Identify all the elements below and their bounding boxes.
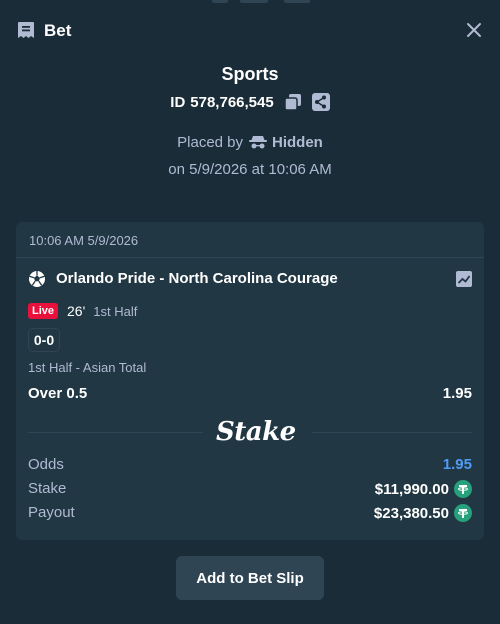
payout-row: Payout $23,380.50 [28, 503, 472, 523]
stake-value: $11,990.00 [374, 480, 449, 498]
odds-label: Odds [28, 456, 64, 473]
bet-id-label: ID [170, 93, 186, 111]
copy-icon[interactable] [283, 93, 302, 111]
placed-by-label: Placed by [177, 133, 244, 151]
share-icon[interactable] [311, 93, 330, 111]
modal-title: Bet [44, 21, 72, 40]
payout-value-wrap: $23,380.50 [374, 504, 472, 522]
odds-value: 1.95 [442, 456, 472, 473]
match-period: 1st Half [93, 303, 138, 319]
soccer-ball-icon [29, 271, 45, 287]
placed-by-row: Placed by Hidden [0, 132, 500, 152]
bet-sport-title: Sports [221, 64, 279, 84]
bet-card: 10:06 AM 5/9/2026 Orlando Pride - North … [16, 222, 484, 540]
stats-icon[interactable] [456, 271, 472, 287]
live-status-row: Live 26' 1st Half [28, 301, 137, 321]
selection-odds: 1.95 [442, 385, 472, 402]
spy-icon [249, 136, 268, 149]
payout-value: $23,380.50 [373, 504, 449, 522]
live-badge: Live [28, 303, 59, 319]
bet-timestamp: 10:06 AM 5/9/2026 [16, 222, 484, 258]
match-score: 0-0 [28, 328, 60, 352]
bet-id-number: 578,766,545 [190, 93, 274, 111]
close-icon[interactable] [464, 20, 484, 40]
match-minute: 26' [67, 303, 86, 319]
modal-header: Bet [16, 20, 484, 42]
market-name: 1st Half - Asian Total [28, 360, 147, 375]
stake-logo: Stake [216, 417, 296, 447]
add-to-bet-slip-button[interactable]: Add to Bet Slip [176, 556, 324, 600]
match-row: Orlando Pride - North Carolina Courage [28, 268, 472, 290]
match-name: Orlando Pride - North Carolina Courage [56, 270, 338, 287]
placed-date: on 5/9/2026 at 10:06 AM [168, 161, 332, 178]
bet-slip-icon [18, 22, 34, 38]
stake-value-wrap: $11,990.00 [375, 480, 472, 498]
odds-row: Odds 1.95 [28, 455, 472, 475]
stake-row: Stake $11,990.00 [28, 479, 472, 499]
selection-name: Over 0.5 [28, 385, 88, 402]
bet-id-row: ID 578,766,545 [0, 92, 500, 112]
stake-label: Stake [28, 480, 67, 497]
placed-by-user: Hidden [272, 133, 323, 151]
top-edge-tabs [0, 0, 500, 4]
payout-label: Payout [28, 504, 75, 521]
tether-coin-icon [454, 480, 472, 498]
tether-coin-icon [454, 504, 472, 522]
